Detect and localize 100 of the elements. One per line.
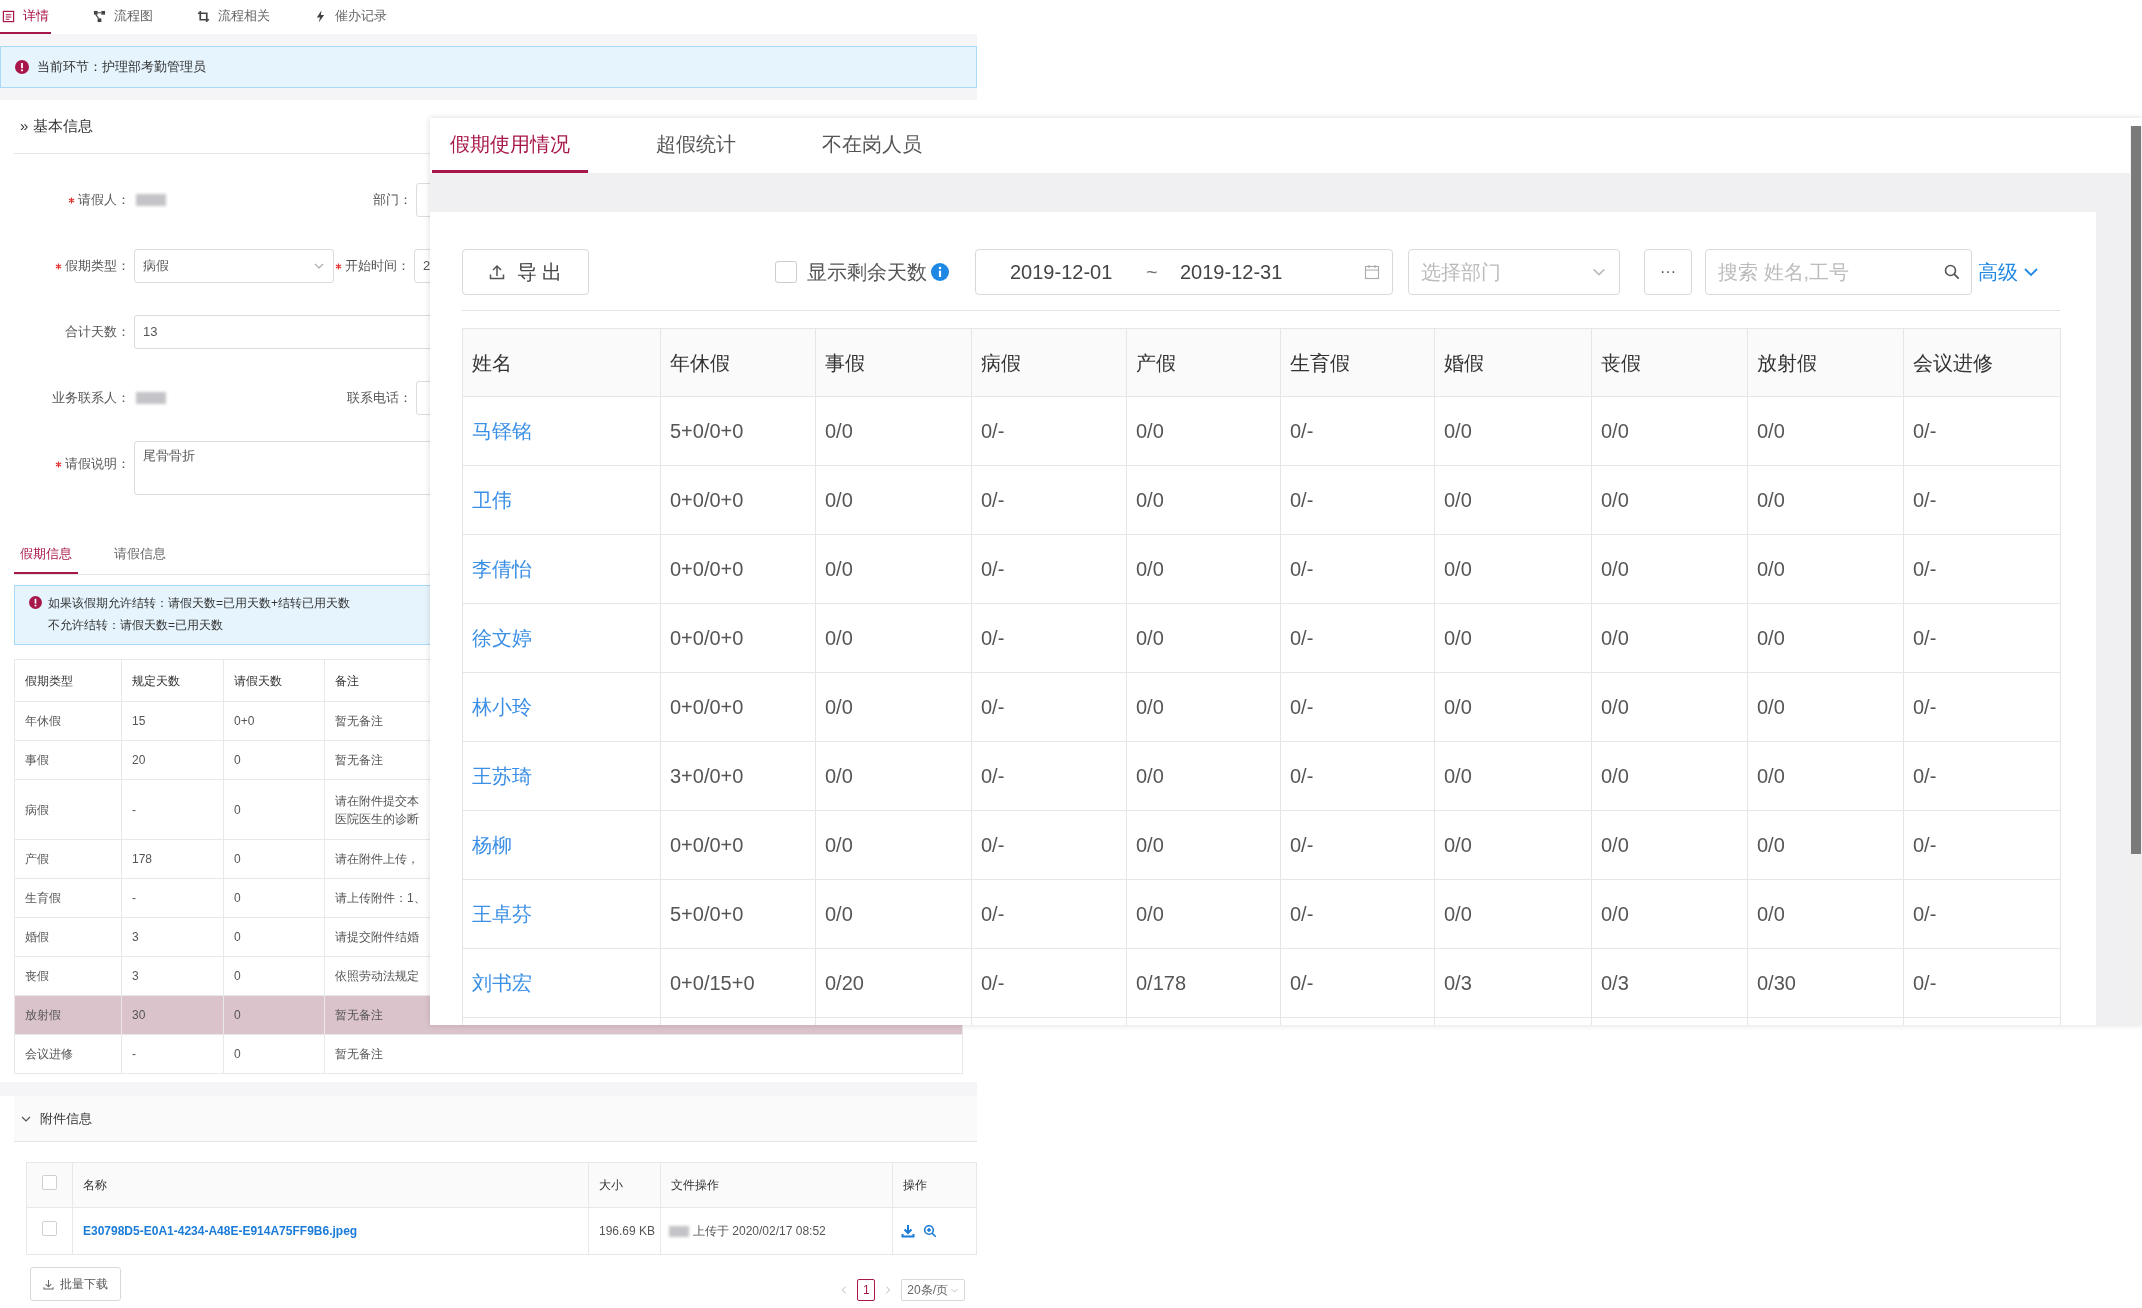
file-link[interactable]: E30798D5-E0A1-4234-A48E-E914A75FF9B6.jpeg bbox=[83, 1224, 358, 1238]
page-size-select[interactable]: 20条/页 bbox=[901, 1279, 965, 1301]
table-cell: 0/- bbox=[1913, 558, 1937, 580]
table-cell: 0/0 bbox=[1444, 696, 1472, 718]
table-cell: 15 bbox=[132, 714, 146, 728]
table-cell: - bbox=[132, 802, 136, 817]
table-cell: 0/0 bbox=[1757, 489, 1785, 511]
table-cell: 0/- bbox=[1290, 420, 1314, 442]
table-cell: 请在附件上传， bbox=[335, 852, 419, 866]
table-cell: 196.69 KB bbox=[599, 1224, 656, 1238]
tab[interactable]: 不在岗人员 bbox=[804, 118, 940, 173]
table-cell: 0/0 bbox=[1136, 420, 1164, 442]
scrollbar-thumb[interactable] bbox=[2131, 126, 2141, 854]
column-header: 放射假 bbox=[1747, 328, 1904, 397]
table-cell: 0/0 bbox=[1757, 696, 1785, 718]
table-cell: 5+0/0+0 bbox=[670, 903, 744, 925]
table-cell: 生育假 bbox=[25, 891, 61, 905]
table-cell: 0+0/0+0 bbox=[670, 489, 744, 511]
table-cell: 0/0 bbox=[1601, 696, 1629, 718]
name-link[interactable]: 王苏琦 bbox=[472, 765, 532, 787]
tab[interactable]: 超假统计 bbox=[638, 118, 754, 173]
name-link[interactable]: 卫伟 bbox=[472, 489, 512, 511]
section-title: » 基本信息 bbox=[19, 116, 93, 137]
tab[interactable]: 流程图 bbox=[91, 0, 155, 34]
table-cell: 0/- bbox=[1913, 903, 1937, 925]
table-cell: 0/0 bbox=[825, 489, 853, 511]
table-cell: 0/0 bbox=[1136, 489, 1164, 511]
notice-text: 当前环节：护理部考勤管理员 bbox=[37, 58, 206, 77]
table-cell: 产假 bbox=[25, 852, 49, 866]
table-cell: 0/0 bbox=[1444, 420, 1472, 442]
table-cell: - bbox=[132, 891, 136, 905]
column-header: 名称 bbox=[72, 1162, 589, 1208]
table-cell: 0/- bbox=[1913, 627, 1937, 649]
tab[interactable]: 流程相关 bbox=[195, 0, 272, 34]
checkbox[interactable] bbox=[42, 1221, 57, 1236]
table-cell: 0/- bbox=[1913, 420, 1937, 442]
name-link[interactable]: 徐文婷 bbox=[472, 627, 532, 649]
table-cell: 0/0 bbox=[1601, 834, 1629, 856]
leave-type-select[interactable]: 病假 bbox=[134, 249, 334, 283]
field-label: 合计天数： bbox=[65, 323, 130, 342]
name-link[interactable]: 刘书宏 bbox=[472, 972, 532, 994]
table-cell: 0 bbox=[234, 1008, 241, 1022]
column-header: 请假天数 bbox=[223, 659, 325, 702]
table-cell: 0/0 bbox=[1444, 627, 1472, 649]
table-cell: 0/- bbox=[981, 765, 1005, 787]
batch-download-button[interactable]: 批量下载 bbox=[30, 1267, 121, 1301]
blurred-name bbox=[136, 392, 166, 404]
table-cell: 0/- bbox=[981, 903, 1005, 925]
field-label: 部门： bbox=[373, 191, 412, 210]
table-cell: 0/0 bbox=[1601, 903, 1629, 925]
name-link[interactable]: 李倩怡 bbox=[472, 558, 532, 580]
table-cell: 0 bbox=[234, 891, 241, 905]
table-cell: 0 bbox=[234, 753, 241, 767]
name-link[interactable]: 王卓芬 bbox=[472, 903, 532, 925]
column-header: 产假 bbox=[1126, 328, 1281, 397]
tab[interactable]: 请假信息 bbox=[108, 535, 172, 574]
column-header: 大小 bbox=[588, 1162, 661, 1208]
search-icon[interactable] bbox=[1944, 264, 1960, 280]
table-cell: 暂无备注 bbox=[335, 1008, 383, 1022]
checkbox[interactable] bbox=[42, 1175, 57, 1190]
table-cell: 3+0/0+0 bbox=[670, 765, 744, 787]
table-cell: 0/0 bbox=[1601, 420, 1629, 442]
page-button[interactable]: 1 bbox=[857, 1279, 876, 1301]
field-label: 开始时间： bbox=[345, 257, 410, 276]
column-header: 事假 bbox=[815, 328, 972, 397]
advanced-link[interactable]: 高级 bbox=[1978, 249, 2040, 295]
table-cell: 0/- bbox=[981, 420, 1005, 442]
zoom-in-icon[interactable] bbox=[923, 1224, 937, 1238]
table-cell-text: 请在附件提交本 bbox=[335, 792, 420, 810]
table-cell: 0/178 bbox=[1136, 972, 1187, 994]
info-icon[interactable] bbox=[931, 263, 949, 281]
table-cell: 0/0 bbox=[1136, 558, 1164, 580]
checkbox[interactable] bbox=[775, 261, 797, 283]
table-cell: 丧假 bbox=[25, 969, 49, 983]
table-cell: 0/- bbox=[981, 834, 1005, 856]
download-icon[interactable] bbox=[901, 1224, 915, 1238]
table-cell: 0+0/15+0 bbox=[670, 972, 755, 994]
table-cell: 0/- bbox=[1913, 489, 1937, 511]
tab[interactable]: 假期信息 bbox=[14, 535, 78, 574]
table-cell: 0/- bbox=[1290, 558, 1314, 580]
column-header: 婚假 bbox=[1434, 328, 1592, 397]
tab[interactable]: 详情 bbox=[0, 0, 51, 34]
table-cell: 暂无备注 bbox=[335, 714, 383, 728]
table-cell: 0/- bbox=[1290, 765, 1314, 787]
table-cell: 0/0 bbox=[1757, 834, 1785, 856]
table-row[interactable]: 会议进修 - 0 暂无备注 bbox=[14, 1034, 963, 1074]
table-cell: 0/- bbox=[1913, 972, 1937, 994]
date-range-field[interactable]: 2019-12-01 ~ 2019-12-31 bbox=[975, 249, 1393, 295]
more-button[interactable]: ··· bbox=[1644, 249, 1692, 295]
blurred-name bbox=[136, 194, 166, 206]
crop-icon bbox=[197, 9, 210, 23]
search-field[interactable]: 搜索 姓名,工号 bbox=[1705, 249, 1972, 295]
table-cell: 0/0 bbox=[1757, 420, 1785, 442]
download-icon bbox=[43, 1278, 54, 1290]
tab[interactable]: 催办记录 bbox=[312, 0, 389, 34]
table-cell: 0 bbox=[234, 969, 241, 983]
name-link[interactable]: 杨柳 bbox=[472, 834, 512, 856]
name-link[interactable]: 马铎铭 bbox=[472, 420, 532, 442]
calendar-icon bbox=[1364, 264, 1380, 280]
export-button[interactable]: 导 出 bbox=[462, 249, 589, 295]
